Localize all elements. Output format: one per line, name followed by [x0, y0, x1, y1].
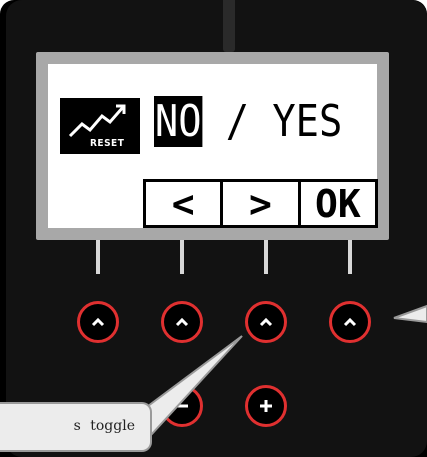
callout-box: s toggle — [0, 402, 152, 452]
callout-text: s toggle — [73, 418, 135, 434]
callout-pointer — [138, 304, 427, 438]
